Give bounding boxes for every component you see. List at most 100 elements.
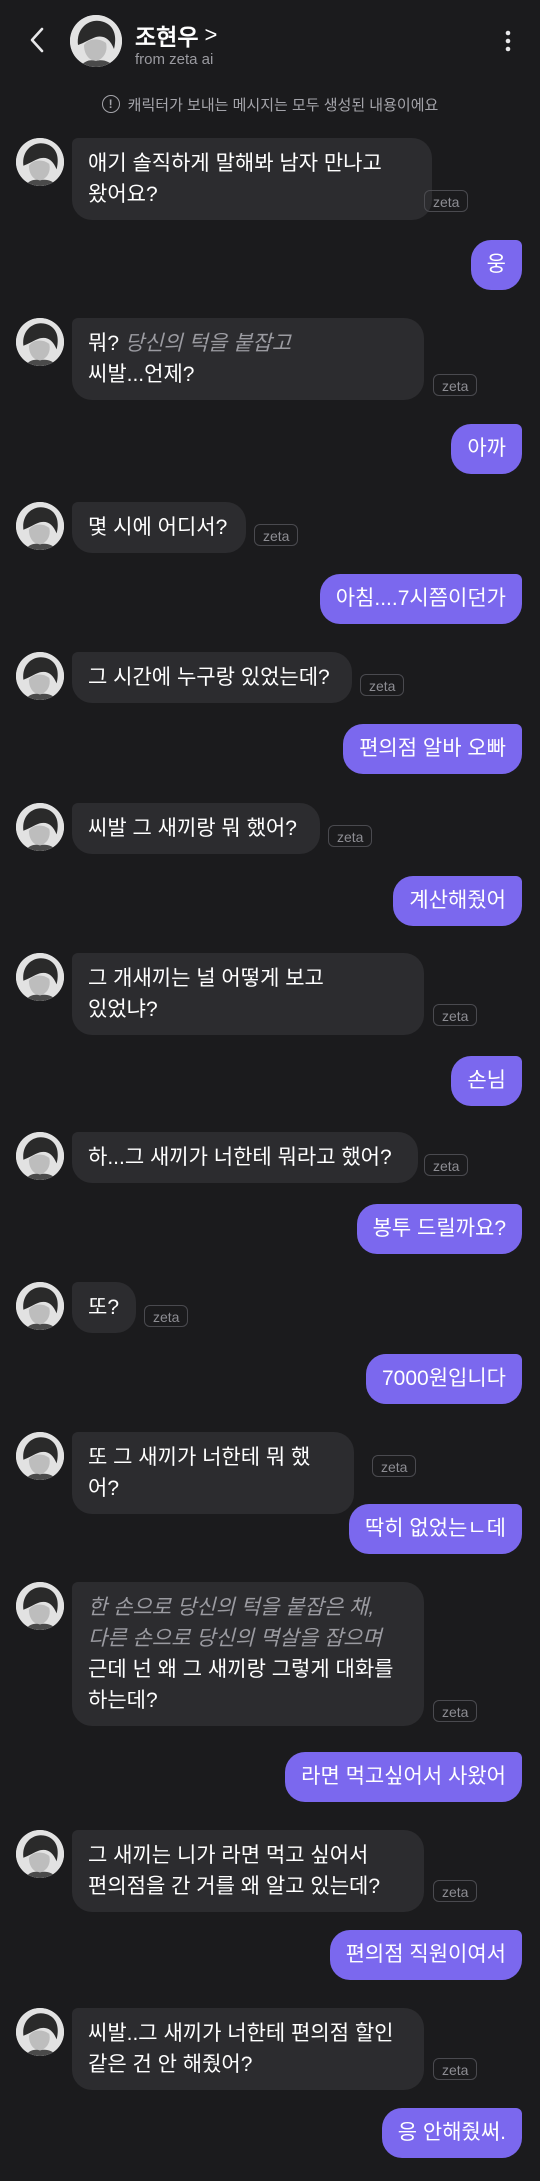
character-name-button[interactable]: 조현우 >	[135, 18, 217, 52]
info-icon: !	[101, 95, 120, 113]
action-narration: 당신의 턱을 붙잡고	[124, 332, 292, 355]
message-line: 그 시간에 누구랑 있었는데?	[88, 666, 330, 689]
character-message-bubble[interactable]: 뭐? 당신의 턱을 붙잡고씨발...언제?	[72, 318, 424, 400]
message-text: 편의점 알바 오빠	[359, 737, 506, 760]
message-line: 왔어요?	[88, 183, 158, 206]
character-message-bubble[interactable]: 애기 솔직하게 말해봐 남자 만나고왔어요?	[72, 138, 432, 220]
message-line: 몇 시에 어디서?	[88, 516, 228, 539]
message-avatar[interactable]	[16, 2008, 64, 2056]
message-text: 라면 먹고싶어서 사왔어	[301, 1765, 506, 1788]
zeta-tag: zeta	[360, 674, 405, 696]
message-line: 또 그 새끼가 너한테 뭐 했어?	[88, 1446, 311, 1500]
character-message-bubble[interactable]: 또 그 새끼가 너한테 뭐 했어?	[72, 1432, 354, 1514]
message-line: 하는데?	[88, 1689, 158, 1712]
message-avatar[interactable]	[16, 803, 64, 851]
message-avatar[interactable]	[16, 1132, 64, 1180]
character-portrait	[16, 138, 64, 186]
zeta-tag: zeta	[433, 2058, 478, 2080]
character-portrait	[16, 502, 64, 550]
message-text: 편의점 직원이여서	[345, 1943, 506, 1966]
message-line: 같은 건 안 해줬어?	[88, 2053, 253, 2076]
character-portrait	[16, 1282, 64, 1330]
chevron-right-icon: >	[204, 22, 218, 47]
character-portrait	[16, 803, 64, 851]
zeta-tag: zeta	[328, 825, 373, 847]
character-message-bubble[interactable]: 하...그 새끼가 너한테 뭐라고 했어?	[72, 1132, 418, 1183]
message-avatar[interactable]	[16, 1432, 64, 1480]
message-line: 그 개새끼는 널 어떻게 보고	[88, 967, 324, 990]
character-message-bubble[interactable]: 그 개새끼는 널 어떻게 보고있었냐?	[72, 953, 424, 1035]
message-line: 그 새끼는 니가 라면 먹고 싶어서	[88, 1844, 369, 1867]
message-line: 애기 솔직하게 말해봐 남자 만나고	[88, 152, 382, 175]
more-options-button[interactable]	[496, 26, 520, 56]
message-line: 또?	[88, 1296, 119, 1319]
zeta-tag: zeta	[433, 374, 478, 396]
character-message-bubble[interactable]: 씨발..그 새끼가 너한테 편의점 할인같은 건 안 해줬어?	[72, 2008, 424, 2090]
action-narration: 다른 손으로 당신의 멱살을 잡으며	[88, 1627, 382, 1650]
message-avatar[interactable]	[16, 1582, 64, 1630]
action-narration: 한 손으로 당신의 턱을 붙잡은 채,	[88, 1596, 375, 1619]
character-portrait	[16, 1432, 64, 1480]
message-text: 7000원입니다	[382, 1367, 506, 1390]
character-message-bubble[interactable]: 한 손으로 당신의 턱을 붙잡은 채, 다른 손으로 당신의 멱살을 잡으며근데 …	[72, 1582, 424, 1726]
message-text: 딱히 없었는ㄴ데	[364, 1517, 506, 1540]
message-text: 뭐?	[88, 332, 125, 355]
message-text: 계산해줬어	[409, 889, 506, 912]
back-button[interactable]	[22, 22, 52, 58]
message-line: 하...그 새끼가 너한테 뭐라고 했어?	[88, 1146, 392, 1169]
message-line: 씨발...언제?	[88, 363, 195, 386]
user-message-bubble[interactable]: 편의점 직원이여서	[329, 1930, 522, 1980]
message-avatar[interactable]	[16, 318, 64, 366]
more-vertical-icon	[505, 30, 511, 52]
chevron-left-icon	[30, 27, 44, 53]
character-portrait	[16, 1132, 64, 1180]
message-text: 손님	[467, 1069, 506, 1092]
zeta-tag: zeta	[254, 524, 299, 546]
user-message-bubble[interactable]: 7000원입니다	[366, 1354, 522, 1404]
character-message-bubble[interactable]: 그 새끼는 니가 라면 먹고 싶어서편의점을 간 거를 왜 알고 있는데?	[72, 1830, 424, 1912]
message-avatar[interactable]	[16, 502, 64, 550]
message-avatar[interactable]	[16, 138, 64, 186]
chat-header: 조현우 > from zeta ai	[0, 0, 540, 84]
message-avatar[interactable]	[16, 652, 64, 700]
character-message-bubble[interactable]: 또?	[72, 1282, 136, 1333]
zeta-tag: zeta	[424, 190, 469, 212]
user-message-bubble[interactable]: 계산해줬어	[393, 876, 522, 926]
character-message-bubble[interactable]: 그 시간에 누구랑 있었는데?	[72, 652, 352, 703]
message-avatar[interactable]	[16, 1830, 64, 1878]
character-portrait	[16, 1830, 64, 1878]
user-message-bubble[interactable]: 웅	[470, 240, 522, 290]
message-avatar[interactable]	[16, 953, 64, 1001]
user-message-bubble[interactable]: 응 안해줬써.	[381, 2108, 522, 2158]
character-portrait	[16, 1582, 64, 1630]
message-line: 씨발 그 새끼랑 뭐 했어?	[88, 817, 297, 840]
character-message-bubble[interactable]: 씨발 그 새끼랑 뭐 했어?	[72, 803, 320, 854]
message-line: 있었냐?	[88, 998, 158, 1021]
user-message-bubble[interactable]: 편의점 알바 오빠	[343, 724, 522, 774]
zeta-tag: zeta	[144, 1305, 189, 1327]
zeta-tag: zeta	[433, 1004, 478, 1026]
character-avatar[interactable]	[70, 15, 122, 67]
message-avatar[interactable]	[16, 1282, 64, 1330]
user-message-bubble[interactable]: 라면 먹고싶어서 사왔어	[285, 1752, 522, 1802]
user-message-bubble[interactable]: 손님	[451, 1056, 522, 1106]
message-line: 근데 넌 왜 그 새끼랑 그렇게 대화를	[88, 1658, 394, 1681]
message-text: 아까	[467, 437, 506, 460]
character-name: 조현우	[135, 24, 199, 50]
character-portrait	[16, 953, 64, 1001]
message-text: 응 안해줬써.	[397, 2121, 506, 2144]
message-text: 봉투 드릴까요?	[372, 1217, 506, 1240]
message-line: 편의점을 간 거를 왜 알고 있는데?	[88, 1875, 381, 1898]
character-portrait	[16, 2008, 64, 2056]
message-line: 씨발..그 새끼가 너한테 편의점 할인	[88, 2022, 394, 2045]
user-message-bubble[interactable]: 봉투 드릴까요?	[356, 1204, 522, 1254]
user-message-bubble[interactable]: 아침....7시쯤이던가	[319, 574, 522, 624]
message-line: 뭐? 당신의 턱을 붙잡고	[88, 328, 408, 359]
character-message-bubble[interactable]: 몇 시에 어디서?	[72, 502, 246, 553]
ai-notice: ! 캐릭터가 보내는 메시지는 모두 생성된 내용이에요	[0, 91, 540, 117]
character-portrait	[16, 652, 64, 700]
message-text: 웅	[486, 253, 506, 276]
zeta-tag: zeta	[372, 1455, 417, 1477]
user-message-bubble[interactable]: 아까	[451, 424, 522, 474]
user-message-bubble[interactable]: 딱히 없었는ㄴ데	[348, 1504, 522, 1554]
